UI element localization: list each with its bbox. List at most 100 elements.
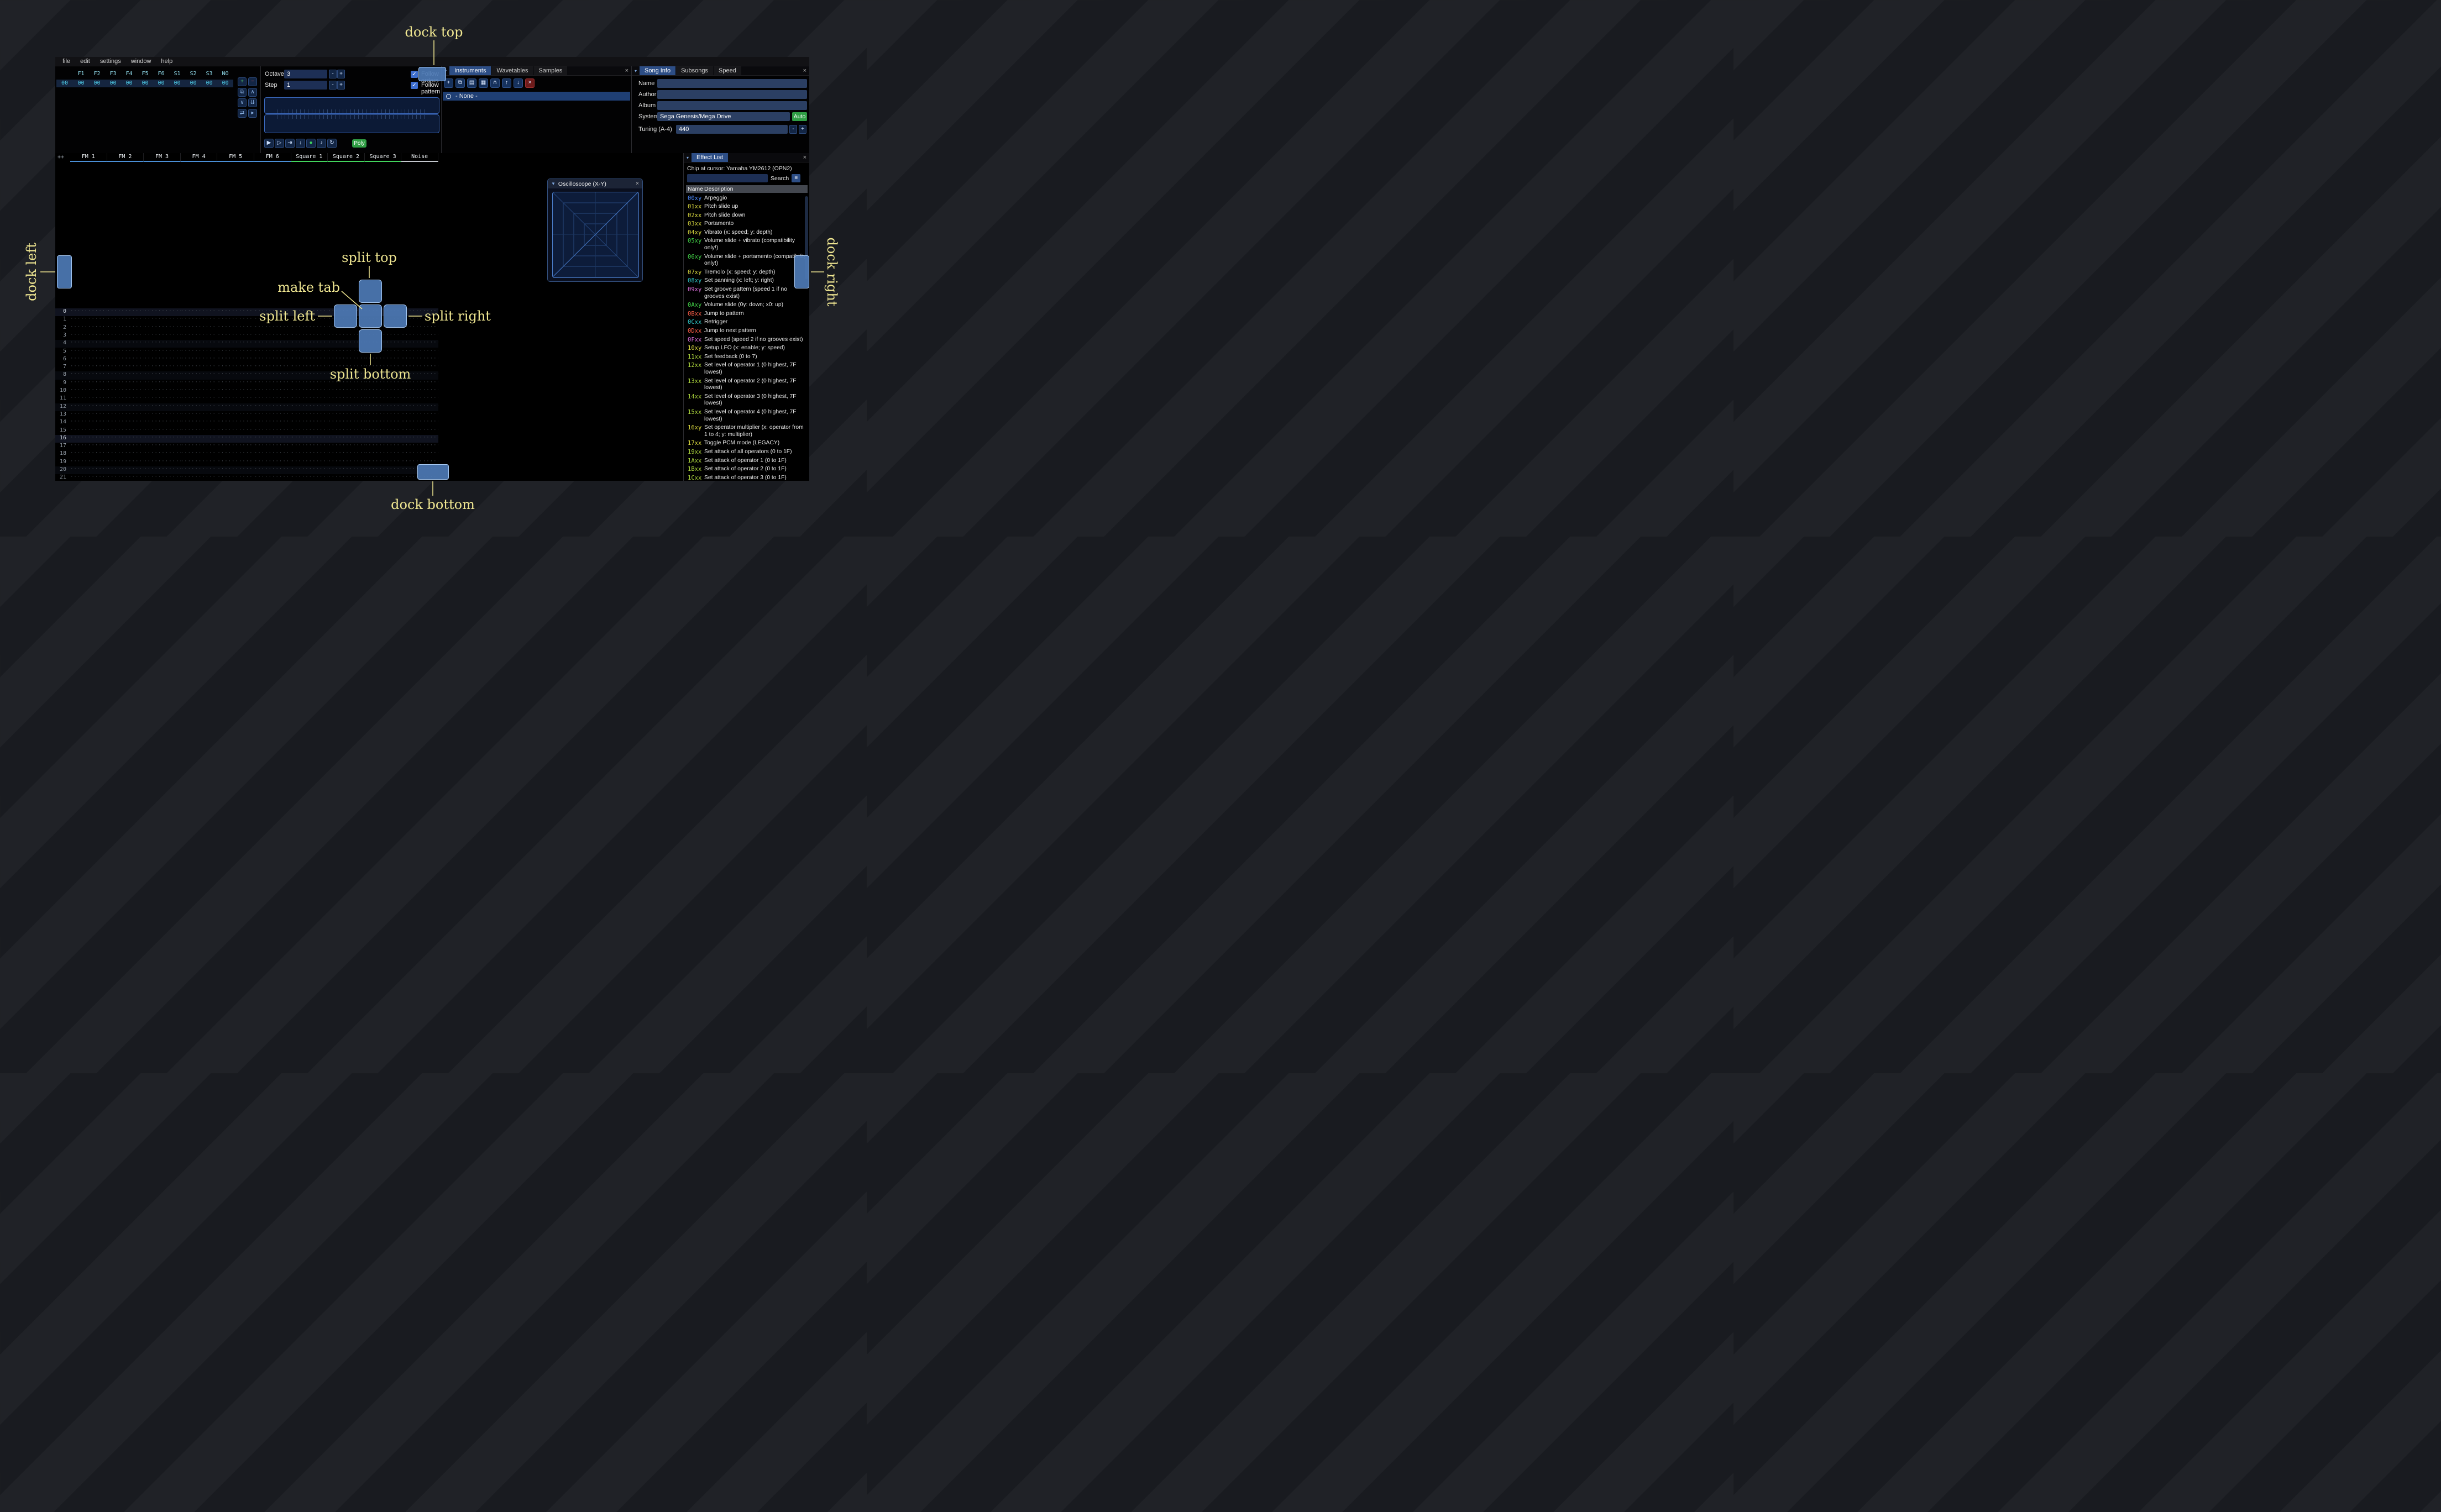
close-icon[interactable]: × bbox=[803, 153, 806, 162]
pattern-cell[interactable]: ···················· bbox=[107, 459, 144, 466]
tab-wavetables[interactable]: Wavetables bbox=[491, 66, 533, 75]
split-target-right[interactable] bbox=[384, 305, 407, 328]
pattern-cell[interactable]: ···················· bbox=[181, 364, 218, 371]
tuning-decrease-button[interactable]: - bbox=[789, 125, 797, 134]
pattern-cell[interactable]: ···················· bbox=[254, 459, 291, 466]
pattern-cell[interactable]: ···················· bbox=[328, 474, 365, 481]
pattern-cell[interactable]: ···················· bbox=[217, 435, 254, 443]
orders-channel-header[interactable]: S1 bbox=[169, 71, 185, 77]
tab-samples[interactable]: Samples bbox=[533, 66, 568, 75]
pattern-cell[interactable]: ···················· bbox=[107, 371, 144, 379]
pattern-cell[interactable]: ···················· bbox=[217, 371, 254, 379]
pattern-cell[interactable]: ···················· bbox=[181, 387, 218, 395]
octave-input[interactable] bbox=[284, 70, 327, 78]
order-remove-button[interactable]: − bbox=[248, 77, 257, 86]
step-increase-button[interactable]: + bbox=[337, 81, 345, 90]
pattern-cell[interactable]: ···················· bbox=[70, 348, 107, 356]
pattern-cell[interactable]: ···················· bbox=[144, 435, 181, 443]
pattern-cell[interactable]: ···················· bbox=[291, 466, 328, 474]
tuning-field[interactable] bbox=[676, 125, 788, 134]
pattern-cell[interactable]: ···················· bbox=[254, 450, 291, 458]
order-move-up-button[interactable]: ∧ bbox=[248, 88, 257, 97]
pattern-cell[interactable]: ···················· bbox=[254, 427, 291, 435]
pattern-cell[interactable]: ···················· bbox=[401, 356, 438, 364]
pattern-cell[interactable]: ···················· bbox=[144, 450, 181, 458]
pattern-cell[interactable]: ···················· bbox=[107, 419, 144, 427]
pattern-cell[interactable]: ···················· bbox=[291, 403, 328, 411]
album-field[interactable] bbox=[657, 101, 807, 110]
instrument-toggle-folders-button[interactable]: ⋔ bbox=[490, 78, 500, 88]
pattern-cell[interactable]: ···················· bbox=[217, 356, 254, 364]
pattern-cell[interactable]: ···················· bbox=[291, 371, 328, 379]
order-edit-mode-button[interactable]: ▸ bbox=[248, 109, 257, 118]
pattern-cell[interactable]: ···················· bbox=[70, 443, 107, 450]
order-cell[interactable]: 00 bbox=[89, 80, 105, 87]
pattern-cell[interactable]: ···················· bbox=[328, 466, 365, 474]
pattern-cell[interactable]: ···················· bbox=[70, 459, 107, 466]
pattern-cell[interactable]: ···················· bbox=[181, 316, 218, 324]
pattern-cell[interactable]: ···················· bbox=[181, 474, 218, 481]
orders-channel-header[interactable]: F4 bbox=[121, 71, 137, 77]
pattern-cell[interactable]: ···················· bbox=[107, 364, 144, 371]
pattern-cell[interactable]: ···················· bbox=[144, 340, 181, 348]
orders-channel-header[interactable]: F1 bbox=[73, 71, 89, 77]
pattern-cell[interactable]: ···················· bbox=[401, 450, 438, 458]
pattern-cell[interactable]: ···················· bbox=[217, 443, 254, 450]
channel-header[interactable]: FM 1 bbox=[70, 153, 107, 162]
poly-indicator[interactable]: Poly bbox=[352, 139, 366, 148]
pattern-cell[interactable]: ···················· bbox=[254, 474, 291, 481]
pattern-cell[interactable]: ···················· bbox=[365, 459, 402, 466]
pattern-cell[interactable]: ···················· bbox=[70, 332, 107, 340]
piano-upper[interactable] bbox=[264, 97, 439, 114]
pattern-cell[interactable]: ···················· bbox=[365, 395, 402, 403]
pattern-cell[interactable]: ···················· bbox=[70, 387, 107, 395]
pattern-cell[interactable]: ···················· bbox=[107, 466, 144, 474]
tab-subsongs[interactable]: Subsongs bbox=[676, 66, 714, 75]
pattern-cell[interactable]: ···················· bbox=[291, 380, 328, 387]
instrument-duplicate-button[interactable]: ⧉ bbox=[455, 78, 465, 88]
order-cell[interactable]: 00 bbox=[201, 80, 217, 87]
pattern-cell[interactable]: ···················· bbox=[365, 435, 402, 443]
channel-header[interactable]: Square 2 bbox=[328, 153, 365, 162]
pattern-cell[interactable]: ···················· bbox=[217, 459, 254, 466]
pattern-cell[interactable]: ···················· bbox=[70, 371, 107, 379]
pattern-cell[interactable]: ···················· bbox=[254, 443, 291, 450]
pattern-cell[interactable]: ···················· bbox=[70, 403, 107, 411]
pattern-cell[interactable]: ···················· bbox=[401, 403, 438, 411]
pattern-cell[interactable]: ···················· bbox=[328, 443, 365, 450]
pattern-cell[interactable]: ···················· bbox=[107, 324, 144, 332]
pattern-cell[interactable]: ···················· bbox=[144, 316, 181, 324]
pattern-cell[interactable]: ···················· bbox=[144, 332, 181, 340]
tab-instruments[interactable]: Instruments bbox=[449, 66, 491, 75]
pattern-cell[interactable]: ···················· bbox=[107, 380, 144, 387]
pattern-cell[interactable]: ···················· bbox=[254, 466, 291, 474]
collapse-icon[interactable]: ▼ bbox=[551, 181, 556, 186]
pattern-cell[interactable]: ···················· bbox=[107, 427, 144, 435]
pattern-cell[interactable]: ···················· bbox=[328, 459, 365, 466]
pattern-cell[interactable]: ···················· bbox=[144, 427, 181, 435]
pattern-cell[interactable]: ···················· bbox=[181, 340, 218, 348]
effect-search-input[interactable] bbox=[687, 174, 768, 182]
pattern-cell[interactable]: ···················· bbox=[254, 340, 291, 348]
pattern-cell[interactable]: ···················· bbox=[217, 403, 254, 411]
octave-decrease-button[interactable]: - bbox=[329, 70, 337, 78]
channel-header[interactable]: FM 2 bbox=[107, 153, 144, 162]
order-change-all-button[interactable]: ⇄ bbox=[238, 109, 247, 118]
pattern-cell[interactable]: ···················· bbox=[107, 332, 144, 340]
pattern-cell[interactable]: ···················· bbox=[217, 427, 254, 435]
pattern-cell[interactable]: ···················· bbox=[70, 316, 107, 324]
pattern-cell[interactable]: ···················· bbox=[217, 466, 254, 474]
order-cell[interactable]: 00 bbox=[217, 80, 233, 87]
pattern-cell[interactable]: ···················· bbox=[328, 450, 365, 458]
collapse-icon[interactable]: ▾ bbox=[632, 66, 640, 75]
pattern-cell[interactable]: ···················· bbox=[217, 324, 254, 332]
play-button[interactable]: ▶ bbox=[264, 139, 274, 148]
hamburger-icon[interactable]: ≡ bbox=[792, 174, 801, 182]
pattern-cell[interactable]: ···················· bbox=[328, 419, 365, 427]
close-icon[interactable]: × bbox=[636, 181, 639, 187]
instrument-delete-button[interactable]: × bbox=[525, 78, 535, 88]
pattern-cell[interactable]: ···················· bbox=[181, 324, 218, 332]
pattern-cell[interactable]: ···················· bbox=[401, 435, 438, 443]
pattern-cell[interactable]: ···················· bbox=[254, 403, 291, 411]
dock-target-bottom[interactable] bbox=[417, 464, 449, 480]
